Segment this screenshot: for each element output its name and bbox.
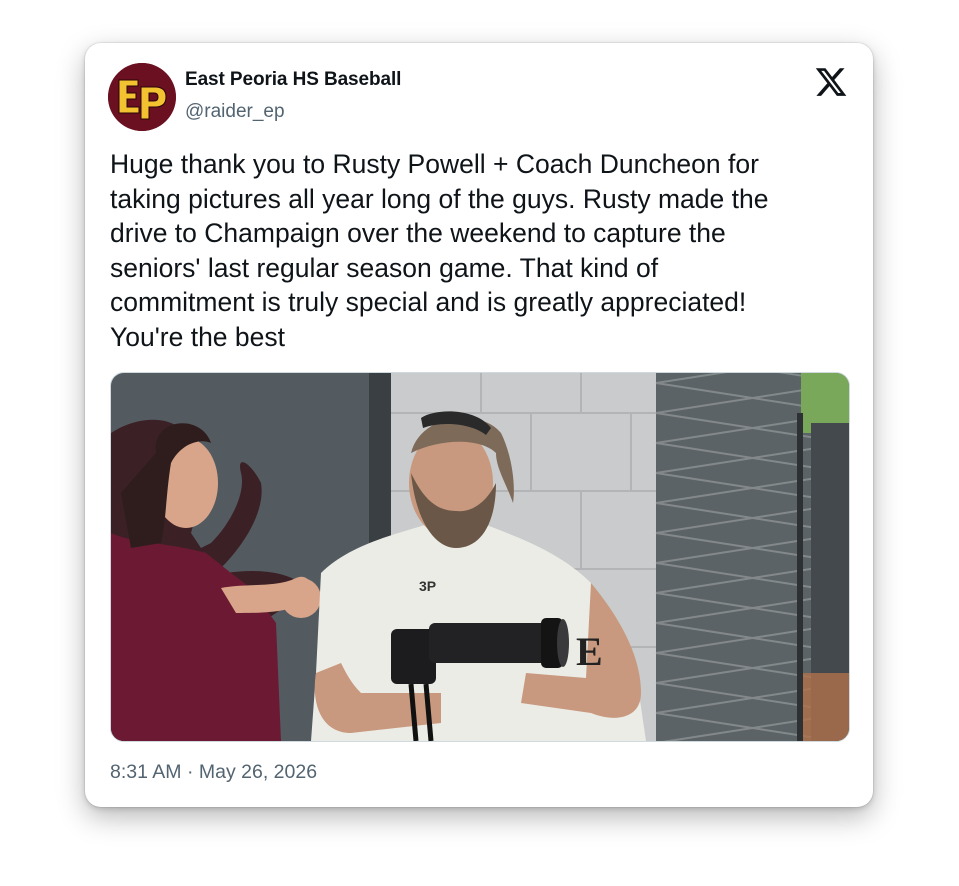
svg-text:E: E — [576, 629, 603, 674]
photo-illustration: E 3P — [111, 373, 849, 741]
tweet-card: East Peoria HS Baseball @raider_ep Huge … — [85, 43, 873, 807]
svg-text:3P: 3P — [419, 578, 436, 594]
tweet-text: Huge thank you to Rusty Powell + Coach D… — [110, 149, 769, 352]
tweet-photo[interactable]: E 3P — [110, 372, 850, 742]
tweet-timestamp[interactable]: 8:31 AM · May 26, 2026 — [110, 761, 317, 784]
x-logo-icon[interactable] — [814, 65, 848, 99]
display-name[interactable]: East Peoria HS Baseball — [185, 69, 401, 91]
screenshot-stage: East Peoria HS Baseball @raider_ep Huge … — [0, 0, 959, 886]
ep-logo-icon — [108, 63, 176, 131]
avatar[interactable] — [108, 63, 176, 131]
user-handle[interactable]: @raider_ep — [185, 101, 285, 123]
